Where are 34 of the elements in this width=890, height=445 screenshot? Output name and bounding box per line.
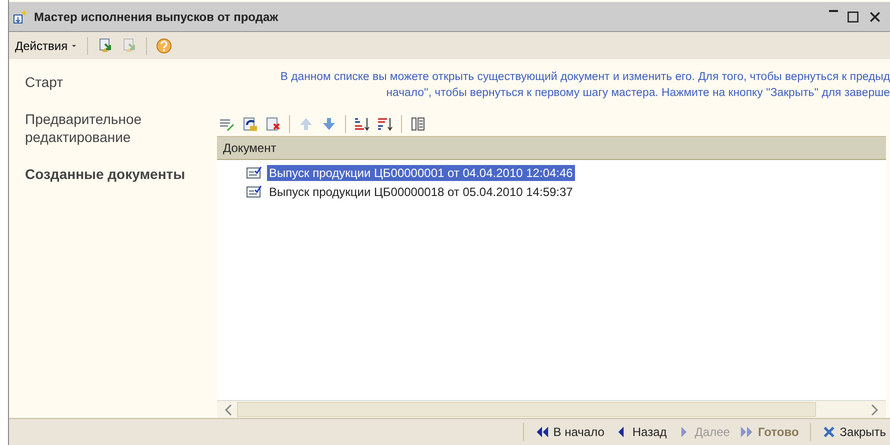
columns-icon [410, 116, 426, 132]
info-text: начало'', чтобы вернуться к первому шагу мастера. Нажмите на кнопку ''Закрыть'' для заверше [386, 86, 890, 101]
document-check-icon [245, 164, 263, 180]
close-icon [822, 425, 836, 439]
sort-descending-icon [377, 116, 393, 132]
scroll-thumb[interactable] [237, 402, 816, 417]
step-item[interactable]: Предварительное редактирование [25, 110, 217, 146]
double-arrow-left-icon [535, 425, 550, 439]
column-header[interactable]: Документ [217, 141, 276, 155]
horizontal-scrollbar[interactable] [217, 400, 886, 418]
step-item[interactable]: Старт [25, 73, 217, 91]
document-delete-icon [265, 116, 281, 132]
help-icon [156, 38, 172, 54]
actions-menu[interactable]: Действия [13, 36, 80, 54]
document-arrow-icon [120, 38, 137, 54]
info-text: В данном списке вы можете открыть существующий документ и изменить его. Для того, чтобы вернуться к предыд [280, 70, 890, 85]
first-button[interactable]: В начало [533, 423, 606, 441]
arrow-up-icon [298, 116, 314, 132]
document-arrow-icon [96, 38, 113, 54]
document-arrow-icon [242, 116, 258, 132]
sort-ascending-icon [354, 116, 370, 132]
double-arrow-right-icon [740, 425, 754, 439]
close-icon [868, 10, 882, 24]
table-row[interactable]: Выпуск продукции ЦБ00000001 от 04.04.2010 12:04:46 [267, 164, 575, 180]
window-title: Мастер исполнения выпусков от продаж [34, 10, 280, 24]
close-button[interactable]: Закрыть [820, 423, 888, 441]
document-check-icon [245, 184, 263, 200]
step-item[interactable]: Созданные документы [25, 165, 217, 183]
help-button[interactable] [154, 36, 174, 56]
arrow-down-icon [321, 116, 337, 132]
maximize-icon [846, 10, 860, 24]
table-row[interactable]: Выпуск продукции ЦБ00000018 от 05.04.2010 14:59:37 [267, 184, 575, 200]
back-button[interactable]: Назад [612, 423, 669, 441]
minimize-icon [829, 10, 838, 12]
